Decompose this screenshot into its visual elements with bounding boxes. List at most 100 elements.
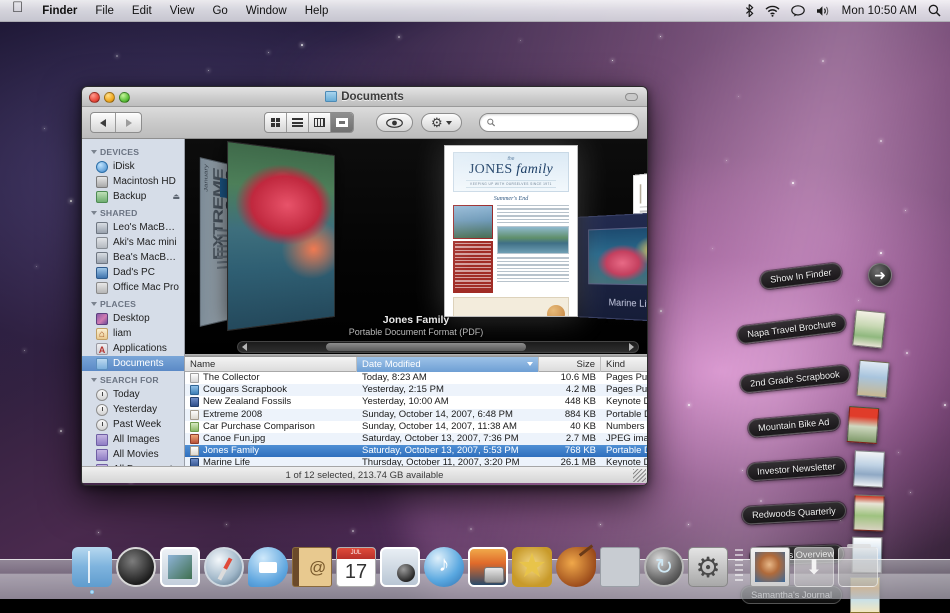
dock-item-preview[interactable] <box>468 547 508 587</box>
stack-show-in-finder[interactable]: Show In Finder <box>760 267 842 285</box>
column-header-kind[interactable]: Kind <box>601 357 647 372</box>
finder-sidebar[interactable]: DEVICESiDiskMacintosh HDBackup⏏SHAREDLeo… <box>82 139 185 466</box>
menu-go[interactable]: Go <box>203 0 236 22</box>
sidebar-item-liam[interactable]: liam <box>82 326 184 341</box>
spotlight-search-icon[interactable] <box>928 0 941 22</box>
stack-item-napa-travel-brochure[interactable]: Napa Travel Brochure <box>737 311 884 347</box>
sidebar-item-all-movies[interactable]: All Movies <box>82 447 184 462</box>
dock-item-address-book[interactable] <box>292 547 332 587</box>
column-header-size[interactable]: Size <box>539 357 601 372</box>
sidebar-item-backup[interactable]: Backup⏏ <box>82 189 184 204</box>
volume-icon[interactable] <box>816 0 831 22</box>
sidebar-item-macintosh-hd[interactable]: Macintosh HD <box>82 174 184 189</box>
finder-window[interactable]: Documents <box>81 86 648 486</box>
bluetooth-icon[interactable] <box>745 0 754 22</box>
menu-file[interactable]: File <box>86 0 123 22</box>
dock-item-itunes[interactable] <box>424 547 464 587</box>
disclosure-triangle-icon[interactable] <box>91 378 97 382</box>
wifi-icon[interactable] <box>765 0 780 22</box>
sidebar-item-yesterday[interactable]: Yesterday <box>82 402 184 417</box>
menu-finder[interactable]: Finder <box>33 0 86 22</box>
cover-flow-scroll-thumb[interactable] <box>326 343 526 351</box>
sidebar-item-office-mac-pro[interactable]: Office Mac Pro <box>82 280 184 295</box>
dock-item-ical[interactable] <box>336 547 376 587</box>
disclosure-triangle-icon[interactable] <box>91 150 97 154</box>
dock-item-garageband[interactable] <box>556 547 596 587</box>
table-row[interactable]: Car Purchase ComparisonSunday, October 1… <box>185 421 647 433</box>
menu-edit[interactable]: Edit <box>123 0 161 22</box>
sidebar-item-bea-s-macbook[interactable]: Bea's MacBook <box>82 250 184 265</box>
speech-bubble-icon[interactable] <box>791 0 805 22</box>
toolbar-toggle-button[interactable] <box>625 93 638 101</box>
table-row[interactable]: Jones FamilySaturday, October 13, 2007, … <box>185 445 647 457</box>
stack-item-redwoods-quarterly[interactable]: Redwoods Quarterly <box>742 495 884 531</box>
view-column-button[interactable] <box>309 113 331 132</box>
menu-bar-clock[interactable]: Mon 10:50 AM <box>842 5 917 17</box>
dock-item-documents-stack[interactable] <box>750 547 790 587</box>
sidebar-item-leo-s-macbook[interactable]: Leo's MacBook <box>82 220 184 235</box>
cover-flow-scrollbar[interactable] <box>237 341 639 353</box>
file-list[interactable]: The CollectorToday, 8:23 AM10.6 MBPages … <box>185 372 647 466</box>
sidebar-item-dad-s-pc[interactable]: Dad's PC <box>82 265 184 280</box>
disclosure-triangle-icon[interactable] <box>91 211 97 215</box>
dock-item-iphoto[interactable] <box>380 547 420 587</box>
dock-item-dashboard[interactable] <box>116 547 156 587</box>
table-row[interactable]: Extreme 2008Sunday, October 14, 2007, 6:… <box>185 409 647 421</box>
dock-item-ichat[interactable] <box>248 547 288 587</box>
action-menu-button[interactable]: ⚙ <box>421 113 462 132</box>
view-coverflow-button[interactable] <box>331 113 353 132</box>
sidebar-item-applications[interactable]: Applications <box>82 341 184 356</box>
menu-window[interactable]: Window <box>237 0 296 22</box>
stack-item-2nd-grade-scrapbook[interactable]: 2nd Grade Scrapbook <box>740 361 888 397</box>
column-header-name[interactable]: Name <box>185 357 357 372</box>
table-row[interactable]: Canoe Fun.jpgSaturday, October 13, 2007,… <box>185 433 647 445</box>
eject-icon[interactable]: ⏏ <box>172 192 180 201</box>
sidebar-section-search-for[interactable]: SEARCH FOR <box>82 371 184 387</box>
table-row[interactable]: Marine LifeThursday, October 11, 2007, 3… <box>185 457 647 466</box>
stack-item-investor-newsletter[interactable]: Investor Newsletter <box>747 451 884 487</box>
search-field[interactable] <box>479 113 639 132</box>
menu-help[interactable]: Help <box>296 0 338 22</box>
dock-item-downloads-stack[interactable] <box>794 547 834 587</box>
table-row[interactable]: The CollectorToday, 8:23 AM10.6 MBPages … <box>185 372 647 384</box>
cover-flow-view[interactable]: January EXTREME 2008 the JONES family KE… <box>185 139 647 357</box>
cover-jones-family[interactable]: the JONES family KEEPING UP WITH OURSELV… <box>444 145 578 317</box>
column-header-date-modified[interactable]: Date Modified <box>357 357 539 372</box>
sidebar-item-past-week[interactable]: Past Week <box>82 417 184 432</box>
dock-item-safari[interactable] <box>204 547 244 587</box>
file-list-header[interactable]: Name Date Modified Size Kind <box>185 357 647 372</box>
dock-item-time-machine[interactable] <box>644 547 684 587</box>
dock-item-mail[interactable] <box>160 547 200 587</box>
cover-flow-splitter[interactable] <box>185 354 647 357</box>
apple-menu-icon[interactable]:  <box>8 0 33 22</box>
forward-button[interactable] <box>116 113 141 132</box>
finder-title-bar[interactable]: Documents <box>82 87 647 107</box>
scroll-right-arrow-icon[interactable] <box>629 343 634 351</box>
cover-marine-life[interactable]: Marine Life <box>575 210 647 323</box>
sidebar-item-all-images[interactable]: All Images <box>82 432 184 447</box>
menu-view[interactable]: View <box>161 0 204 22</box>
table-row[interactable]: New Zealand FossilsYesterday, 10:00 AM44… <box>185 396 647 408</box>
disclosure-triangle-icon[interactable] <box>91 302 97 306</box>
resize-grip[interactable] <box>633 469 646 482</box>
view-icon-button[interactable] <box>265 113 287 132</box>
dock-item-spaces[interactable] <box>600 547 640 587</box>
scroll-left-arrow-icon[interactable] <box>242 343 247 351</box>
dock-item-imovie[interactable] <box>512 547 552 587</box>
arrow-right-circle-icon[interactable]: ➜ <box>868 263 892 287</box>
sidebar-item-aki-s-mac-mini[interactable]: Aki's Mac mini <box>82 235 184 250</box>
dock-item-finder[interactable] <box>72 547 112 587</box>
cover-canoe-fun[interactable] <box>227 141 335 331</box>
dock-item-system-preferences[interactable] <box>688 547 728 587</box>
back-button[interactable] <box>91 113 116 132</box>
sidebar-section-devices[interactable]: DEVICES <box>82 143 184 159</box>
search-input[interactable] <box>499 117 631 129</box>
sidebar-item-today[interactable]: Today <box>82 387 184 402</box>
sidebar-item-documents[interactable]: Documents <box>82 356 184 371</box>
view-list-button[interactable] <box>287 113 309 132</box>
table-row[interactable]: Cougars ScrapbookYesterday, 2:15 PM4.2 M… <box>185 384 647 396</box>
sidebar-item-desktop[interactable]: Desktop <box>82 311 184 326</box>
sidebar-section-places[interactable]: PLACES <box>82 295 184 311</box>
dock-item-trash[interactable] <box>838 547 878 587</box>
sidebar-section-shared[interactable]: SHARED <box>82 204 184 220</box>
